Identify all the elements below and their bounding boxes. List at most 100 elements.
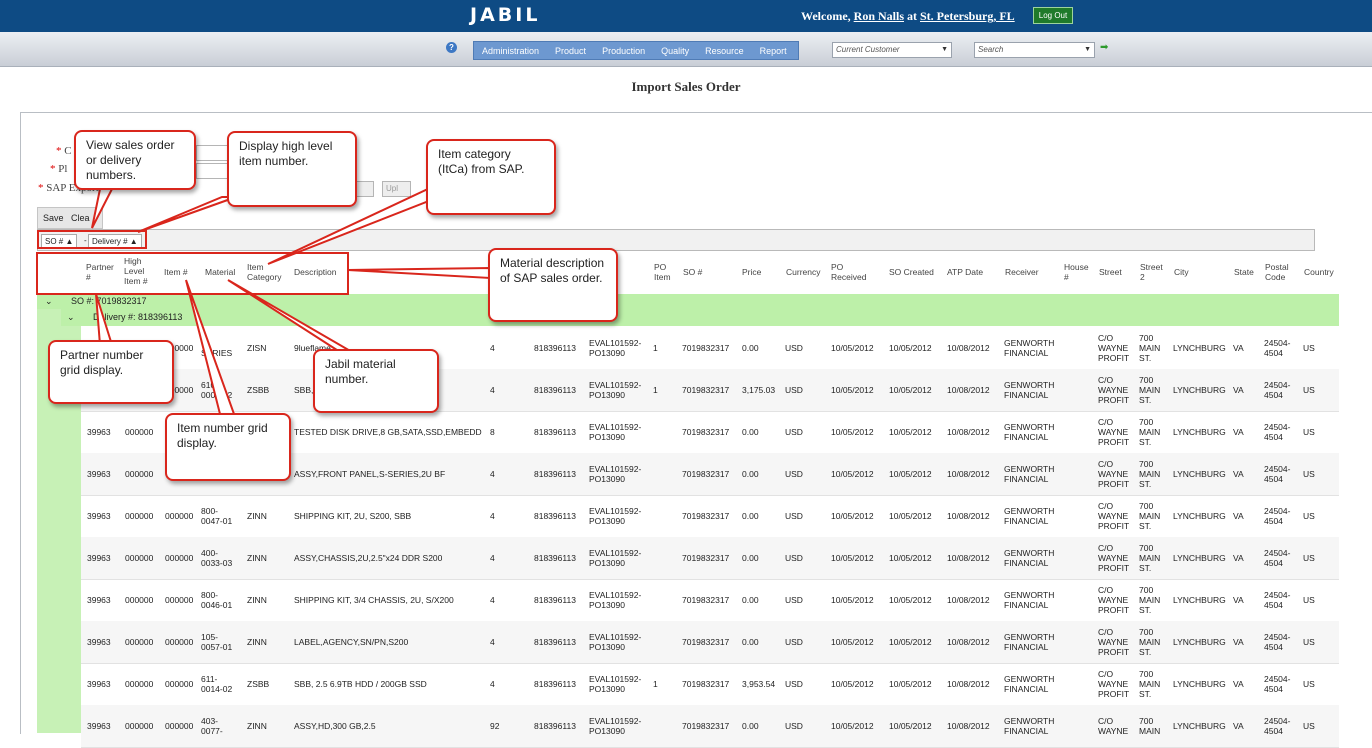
cell-recv: GENWORTH FINANCIAL — [1004, 674, 1055, 694]
cell-cur: USD — [785, 595, 803, 605]
welcome-text: Welcome, Ron Nalls at St. Petersburg, FL — [801, 9, 1015, 24]
col-so-created[interactable]: SO Created — [889, 267, 934, 277]
welcome-at: at — [907, 9, 917, 23]
cell-price: 0.00 — [742, 553, 759, 563]
callout-high-level: Display high level item number. — [227, 131, 357, 207]
cell-porec: 10/05/2012 — [831, 679, 874, 689]
save-button[interactable]: Save — [43, 213, 64, 223]
col-street[interactable]: Street — [1099, 267, 1122, 277]
table-row[interactable]: 000000 S-SERIES ZISN 9lueflame 4 818396113 EVA… — [81, 327, 1339, 370]
table-row[interactable]: 000000 610-0001-02 ZSBB SBB, 4 818396113 EVAL1… — [81, 369, 1339, 412]
go-arrow-icon[interactable]: ➡ — [1100, 42, 1108, 53]
cell-desc: ASSY,HD,300 GB,2.5 — [294, 721, 376, 731]
col-po-item[interactable]: PO Item — [654, 262, 671, 282]
search-select[interactable]: Search ▼ — [974, 42, 1095, 58]
cell-desc: LABEL,AGENCY,SN/PN,S200 — [294, 637, 409, 647]
cell-state: VA — [1233, 511, 1244, 521]
help-icon[interactable]: ? — [446, 42, 457, 53]
col-atp-date[interactable]: ATP Date — [947, 267, 983, 277]
cell-city: LYNCHBURG — [1173, 679, 1226, 689]
group-row-so[interactable]: ⌄ SO #: 7019832317 — [37, 294, 1339, 309]
col-receiver[interactable]: Receiver — [1005, 267, 1039, 277]
cell-street2: 700 MAIN ST. — [1139, 375, 1161, 405]
cell-city: LYNCHBURG — [1173, 553, 1226, 563]
col-state[interactable]: State — [1234, 267, 1254, 277]
cell-street: C/O WAYNE PROFIT — [1098, 585, 1130, 615]
menu-resource[interactable]: Resource — [697, 46, 752, 56]
col-street2[interactable]: Street 2 — [1140, 262, 1168, 282]
cell-po: EVAL101592-PO13090 — [589, 422, 642, 442]
customer-select[interactable]: Current Customer ▼ — [832, 42, 952, 58]
group-row-delivery[interactable]: ⌄ Delivery #: 818396113 — [61, 309, 1339, 326]
cell-desc: SHIPPING KIT, 2U, S200, SBB — [294, 511, 412, 521]
cell-city: LYNCHBURG — [1173, 385, 1226, 395]
col-house[interactable]: House # — [1064, 262, 1092, 282]
callout-jabil-material: Jabil material number. — [313, 349, 439, 413]
cell-so: 7019832317 — [682, 343, 730, 353]
col-postal[interactable]: Postal Code — [1265, 262, 1295, 282]
cell-street: C/O WAYNE — [1098, 716, 1129, 736]
upload-button[interactable]: Upl — [382, 181, 411, 197]
cell-street: C/O WAYNE PROFIT — [1098, 669, 1130, 699]
cell-socr: 10/05/2012 — [889, 469, 932, 479]
table-row[interactable]: 39963 000000 000000 400-0033-03 ZINN ASSY,CHA… — [81, 537, 1339, 580]
cell-partner: 39963 — [87, 679, 111, 689]
menu-report[interactable]: Report — [752, 46, 795, 56]
cell-porec: 10/05/2012 — [831, 637, 874, 647]
chevron-down-icon[interactable]: ⌄ — [45, 294, 53, 309]
cell-material: S-SERIES — [201, 338, 233, 358]
chevron-down-icon[interactable]: ⌄ — [67, 309, 75, 326]
col-so[interactable]: SO # — [683, 267, 702, 277]
table-row[interactable]: 39963 000000 000000 611-0014-02 ZSBB SBB, 2.5… — [81, 663, 1339, 706]
site-link[interactable]: St. Petersburg, FL — [920, 9, 1015, 23]
user-link[interactable]: Ron Nalls — [854, 9, 904, 23]
menu-quality[interactable]: Quality — [653, 46, 697, 56]
cell-socr: 10/05/2012 — [889, 427, 932, 437]
col-po-received[interactable]: PO Received — [831, 262, 869, 282]
col-currency[interactable]: Currency — [786, 267, 820, 277]
table-row[interactable]: 39963 000000 000000 800-0047-01 ZINN SHIPPING… — [81, 495, 1339, 538]
cell-price: 0.00 — [742, 511, 759, 521]
cell-material: 403-0077- — [201, 716, 223, 736]
menu-production[interactable]: Production — [594, 46, 653, 56]
page-title: Import Sales Order — [631, 79, 741, 94]
cell-po: EVAL101592-PO13090 — [589, 548, 642, 568]
col-city[interactable]: City — [1174, 267, 1189, 277]
group-by-bar: SO # ▲ - Delivery # ▲ — [37, 229, 1315, 251]
cell-poitem — [653, 579, 667, 621]
table-row[interactable]: 39963 000000 000000 105-0057-01 ZINN LABEL,AG… — [81, 621, 1339, 664]
logout-button[interactable]: Log Out — [1033, 7, 1073, 24]
cell-poitem: 1 — [653, 343, 658, 353]
cell-street: C/O WAYNE PROFIT — [1098, 333, 1130, 363]
clear-button[interactable]: Clea — [71, 213, 90, 223]
menu-product[interactable]: Product — [547, 46, 594, 56]
cell-delivery: 818396113 — [534, 595, 576, 605]
chevron-down-icon: ▼ — [941, 46, 948, 53]
callout-partner-grid: Partner number grid display. — [48, 340, 174, 404]
cell-recv: GENWORTH FINANCIAL — [1004, 380, 1055, 400]
cell-poitem: 1 — [653, 385, 658, 395]
col-price[interactable]: Price — [742, 267, 761, 277]
cell-recv: GENWORTH FINANCIAL — [1004, 422, 1055, 442]
cell-delivery: 818396113 — [534, 511, 576, 521]
menu-administration[interactable]: Administration — [474, 46, 547, 56]
cell-itca: ZINN — [247, 595, 267, 605]
cell-socr: 10/05/2012 — [889, 511, 932, 521]
cell-so: 7019832317 — [682, 679, 730, 689]
cell-porec: 10/05/2012 — [831, 595, 874, 605]
col-country[interactable]: Country — [1304, 267, 1334, 277]
cell-so: 7019832317 — [682, 721, 730, 731]
table-row[interactable]: 39963 000000 000000 403-0077- ZINN ASSY,HD,30… — [81, 705, 1339, 748]
callout-view-numbers: View sales order or delivery numbers. — [74, 130, 196, 190]
cell-state: VA — [1233, 469, 1244, 479]
table-row[interactable]: 39963 000000 000000 800-0046-01 ZINN SHIPPING… — [81, 579, 1339, 622]
cell-poitem — [653, 705, 667, 747]
cell-poitem — [653, 537, 667, 579]
cell-high: 000000 — [125, 469, 154, 479]
cell-atp: 10/08/2012 — [947, 511, 990, 521]
cell-partner: 39963 — [87, 595, 111, 605]
cell-postal: 24504-4504 — [1264, 380, 1291, 400]
form-label-pl: * Pl — [50, 163, 68, 175]
cell-socr: 10/05/2012 — [889, 385, 932, 395]
chevron-down-icon: ▼ — [1084, 46, 1091, 53]
